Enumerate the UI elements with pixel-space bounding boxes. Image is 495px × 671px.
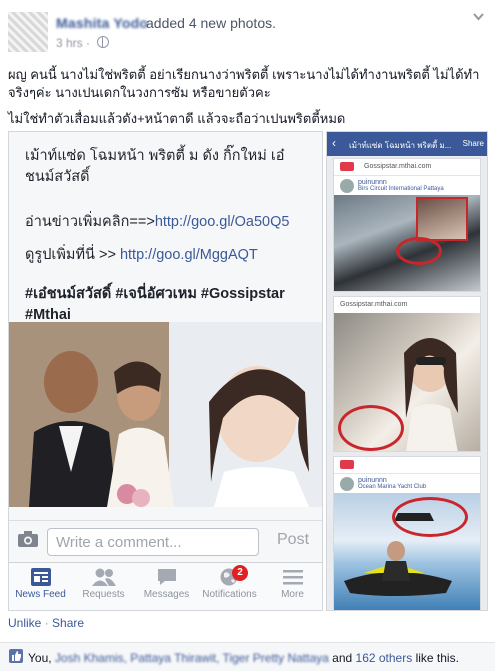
notification-badge: 2 [232, 565, 248, 581]
author-avatar[interactable] [8, 12, 48, 52]
post-text-paragraph-2: ไม่ใช่ทำตัวเสื่อมแล้วดัง+หน้าตาดี แล้วจะ… [8, 111, 346, 126]
actions-separator: · [44, 616, 49, 630]
post-timestamp[interactable]: 3 hrs [56, 36, 83, 50]
post-actions: Unlike · Share [8, 616, 84, 630]
post-comment-button[interactable]: Post [277, 531, 309, 549]
hamburger-menu-icon[interactable] [340, 460, 354, 469]
news-feed-icon [30, 568, 51, 586]
read-more-prefix: อ่านข่าวเพิ่มคลิก==> [25, 214, 155, 230]
side-card-bar: Gossipstar.mthai.com [334, 159, 480, 176]
likes-names[interactable]: Josh Khamis, Pattaya Thirawit, Tiger Pre… [55, 651, 329, 665]
side-card-2[interactable]: Gossipstar.mthai.com [333, 296, 481, 452]
messages-icon [157, 569, 176, 585]
camera-icon[interactable] [17, 530, 39, 548]
instagram-user: puinunnn Birs Circuit International Patt… [334, 176, 480, 197]
likes-summary: You, Josh Khamis, Pattaya Thirawit, Tige… [28, 651, 459, 665]
facebook-post: Mashita Yodo added 4 new photos. 3 hrs ·… [0, 0, 495, 671]
side-card-1[interactable]: Gossipstar.mthai.com puinunnn Birs Circu… [333, 158, 481, 292]
jetski-photo[interactable] [334, 493, 480, 610]
more-photos-prefix: ดูรูปเพิ่มที่นี่ >> [25, 247, 120, 263]
side-card-bar [334, 457, 480, 474]
tab-label: Requests [82, 589, 125, 600]
author-name[interactable]: Mashita Yodo [56, 15, 148, 31]
more-photos-line: ดูรูปเพิ่มที่นี่ >> http://goo.gl/MggAQT [25, 245, 315, 266]
side-screenshots[interactable]: ‹ เม้าท์แซ่ด โฉมหน้า พริตตี้ ม... Share … [326, 131, 488, 611]
unlike-link[interactable]: Unlike [8, 616, 41, 630]
user-avatar [340, 477, 354, 491]
tab-label: Messages [143, 589, 190, 600]
read-more-link[interactable]: http://goo.gl/Oa50Q5 [155, 214, 290, 230]
side-header-title: เม้าท์แซ่ด โฉมหน้า พริตตี้ ม... [349, 141, 452, 150]
thumbs-up-icon [9, 649, 23, 663]
comment-input[interactable]: Write a comment... [47, 528, 259, 556]
user-avatar [340, 179, 354, 193]
post-text-paragraph-1: ผญ คนนี้ นางไม่ใช่พริตตี้ อย่าเรียกนางว่… [8, 67, 480, 100]
site-name: Gossipstar.mthai.com [364, 163, 432, 170]
highlight-circle [396, 237, 442, 265]
chevron-down-icon[interactable] [472, 10, 485, 23]
read-more-line: อ่านข่าวเพิ่มคลิก==>http://goo.gl/Oa50Q5 [25, 212, 315, 233]
tab-requests[interactable]: Requests [72, 567, 135, 600]
car-photo[interactable] [334, 195, 480, 291]
highlight-circle [392, 497, 468, 537]
menu-icon [282, 570, 303, 585]
user-handle[interactable]: puinunnn [358, 179, 387, 186]
post-text: ผญ คนนี้ นางไม่ใช่พริตตี้ อย่าเรียกนางว่… [8, 66, 488, 136]
instagram-user: puinunnn Ocean Marina Yacht Club [334, 474, 480, 495]
tab-news-feed[interactable]: News Feed [9, 567, 72, 600]
tab-notifications[interactable]: 2 Notifications [198, 565, 261, 600]
couple-photo[interactable] [9, 322, 322, 507]
highlight-inset-photo [416, 197, 468, 241]
comment-bar: Write a comment... Post [9, 520, 322, 561]
more-photos-link[interactable]: http://goo.gl/MggAQT [120, 247, 258, 263]
likes-others-link[interactable]: 162 others [356, 651, 413, 665]
tab-messages[interactable]: Messages [135, 567, 198, 600]
tab-label: News Feed [15, 589, 66, 600]
shared-post-text: เม้าท์แซ่ด โฉมหน้า พริตตี้ ม ดัง กิ๊กใหม… [25, 146, 315, 326]
site-name: Gossipstar.mthai.com [340, 301, 408, 308]
shared-headline: เม้าท์แซ่ด โฉมหน้า พริตตี้ ม ดัง กิ๊กใหม… [25, 148, 285, 185]
side-header: ‹ เม้าท์แซ่ด โฉมหน้า พริตตี้ ม... Share [327, 132, 487, 156]
post-action-text: added 4 new photos. [146, 15, 276, 31]
friend-requests-icon [91, 568, 116, 586]
user-location[interactable]: Ocean Marina Yacht Club [358, 484, 474, 490]
highlight-circle [338, 405, 404, 451]
meta-separator: · [86, 36, 91, 50]
couple-photo-illustration [9, 322, 322, 507]
side-share-link[interactable]: Share [463, 139, 484, 148]
photo-collage[interactable]: เม้าท์แซ่ด โฉมหน้า พริตตี้ ม ดัง กิ๊กใหม… [8, 131, 488, 611]
post-meta: 3 hrs · [56, 36, 110, 50]
likes-bar: You, Josh Khamis, Pattaya Thirawit, Tige… [0, 642, 495, 671]
user-handle[interactable]: puinunnn [358, 477, 387, 484]
side-card-bar: Gossipstar.mthai.com [334, 297, 480, 314]
phone-screenshot[interactable]: เม้าท์แซ่ด โฉมหน้า พริตตี้ ม ดัง กิ๊กใหม… [8, 131, 323, 611]
likes-suffix: like this. [412, 651, 459, 665]
side-card-3[interactable]: puinunnn Ocean Marina Yacht Club [333, 456, 481, 610]
tab-label: Notifications [202, 589, 257, 600]
back-arrow-icon[interactable]: ‹ [332, 136, 336, 150]
car-selfie-photo[interactable] [334, 313, 480, 451]
hashtags[interactable]: #เอ๋ชนม์สวัสดิ์ #เจนี่อัศวเหม #Gossipsta… [25, 284, 315, 326]
likes-and: and [328, 651, 356, 665]
share-link[interactable]: Share [52, 616, 84, 630]
tab-more[interactable]: More [261, 567, 322, 600]
likes-prefix: You, [28, 651, 55, 665]
tab-label: More [281, 589, 304, 600]
globe-icon [97, 36, 110, 48]
hamburger-menu-icon[interactable] [340, 162, 354, 171]
bottom-tab-bar: News Feed Requests Messages 2 Notificati… [9, 562, 322, 610]
user-location[interactable]: Birs Circuit International Pattaya [358, 186, 474, 192]
